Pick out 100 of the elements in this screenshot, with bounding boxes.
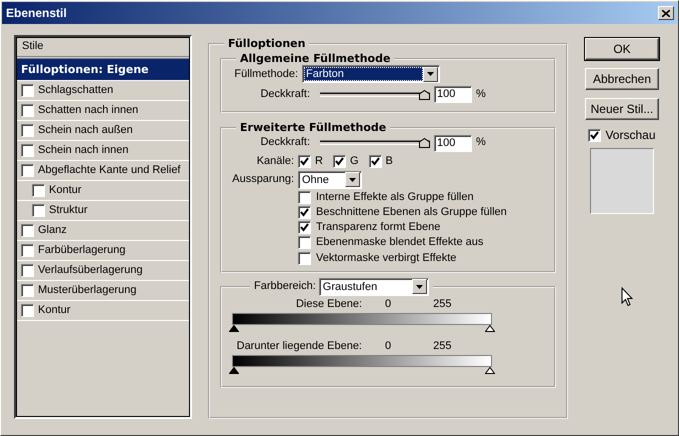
range-label: Darunter liegende Ebene: (236, 340, 362, 354)
checkbox[interactable] (298, 154, 311, 168)
style-list-item[interactable]: Schein nach innen (16, 141, 190, 161)
item-label: Schatten nach innen (38, 104, 138, 118)
dialog-button[interactable]: OK (585, 38, 659, 60)
range-value: 255 (433, 340, 452, 354)
checkbox-label: Ebenenmaske blendet Effekte aus (316, 236, 484, 250)
checkbox[interactable] (21, 224, 34, 237)
field-label: Kanäle: (256, 154, 294, 168)
checkbox[interactable] (368, 154, 382, 168)
style-list-item[interactable]: Schlagschatten (16, 81, 190, 101)
checkbox-label: G (350, 154, 359, 168)
checkbox-label: Vorschau (605, 128, 656, 142)
checkbox[interactable] (21, 164, 34, 177)
checkbox-label: B (386, 154, 393, 168)
style-list-item[interactable]: Kontur (16, 301, 190, 321)
checkbox[interactable] (332, 154, 346, 168)
item-label: Verlaufsüberlagerung (38, 264, 143, 278)
checkbox[interactable] (298, 206, 311, 220)
slider-thumb[interactable] (419, 90, 430, 100)
item-label: Fülloptionen: Eigene (21, 62, 149, 76)
checkbox[interactable] (21, 144, 34, 157)
range-value: 0 (385, 298, 392, 311)
check-icon (590, 130, 600, 140)
checkbox[interactable] (21, 244, 34, 257)
dialog-button[interactable]: Neuer Stil... (585, 98, 659, 120)
item-label: Farbüberlagerung (38, 244, 126, 258)
checkbox[interactable] (21, 124, 34, 137)
number-field[interactable]: 100 (434, 86, 472, 104)
dropdown-button[interactable] (345, 172, 360, 188)
style-list-item[interactable]: Schein nach außen (16, 121, 190, 141)
close-icon (662, 10, 670, 16)
field-label: Deckkraft: (259, 88, 310, 102)
style-list-item[interactable]: Verlaufsüberlagerung (16, 261, 190, 281)
checkbox[interactable] (21, 104, 34, 117)
checkbox-label: Interne Effekte als Gruppe füllen (316, 190, 474, 204)
checkbox[interactable] (298, 236, 311, 250)
field-label: Füllmethode: (233, 68, 298, 81)
dropdown[interactable]: Ohne (298, 170, 362, 189)
range-label: Diese Ebene: (294, 298, 362, 311)
number-field[interactable]: 100 (434, 134, 472, 152)
caret-icon (427, 72, 434, 76)
group-title: Erweiterte Füllmethode (239, 121, 388, 135)
checkbox-label: R (315, 154, 323, 168)
cursor-icon (621, 287, 633, 307)
checkbox-label: Beschnittene Ebenen als Gruppe füllen (316, 206, 507, 220)
checkbox[interactable] (21, 284, 34, 297)
field-label: Deckkraft: (259, 136, 310, 150)
style-list-item[interactable]: Kontur (16, 181, 190, 201)
checkbox[interactable] (21, 264, 34, 277)
item-label: Abgeflachte Kante und Relief (38, 164, 180, 178)
unit-label: % (476, 88, 486, 102)
item-label: Struktur (49, 204, 88, 218)
window-title: Ebenenstil (6, 6, 67, 20)
checkbox[interactable] (21, 304, 34, 317)
dialog-button[interactable]: Abbrechen (585, 68, 659, 90)
check-icon (370, 156, 380, 166)
slider-handle[interactable] (485, 367, 495, 374)
range-value: 0 (385, 340, 392, 354)
unit-label: % (476, 136, 486, 150)
item-label: Musterüberlagerung (38, 284, 136, 298)
item-label: Schein nach innen (38, 144, 129, 158)
dropdown-button[interactable] (412, 279, 427, 294)
slider-handle[interactable] (229, 367, 239, 374)
slider-handle[interactable] (229, 324, 239, 332)
item-label: Glanz (38, 224, 67, 238)
group-title: Allgemeine Füllmethode (239, 52, 392, 66)
item-label: Kontur (38, 304, 70, 318)
style-list-item[interactable]: Abgeflachte Kante und Relief (16, 161, 190, 181)
style-list-item[interactable]: Struktur (16, 201, 190, 221)
style-list-item[interactable]: Fülloptionen: Eigene (16, 59, 190, 81)
slider-thumb[interactable] (419, 138, 430, 148)
range-value: 255 (433, 298, 452, 311)
checkbox[interactable] (298, 221, 311, 234)
check-icon (300, 156, 309, 166)
caret-icon (416, 284, 423, 289)
checkbox[interactable] (21, 84, 34, 97)
dropdown[interactable]: Graustufen (318, 278, 429, 296)
style-list-item[interactable]: Musterüberlagerung (16, 281, 190, 301)
field-label: Farbbereich: (254, 280, 316, 294)
checkbox-label: Transparenz formt Ebene (316, 221, 440, 234)
checkbox[interactable] (298, 190, 311, 204)
group-title: Fülloptionen (227, 37, 306, 50)
style-list-item[interactable]: Farbüberlagerung (16, 241, 190, 261)
check-icon (334, 156, 344, 166)
item-label: Schlagschatten (38, 84, 114, 98)
dropdown-button[interactable] (423, 66, 438, 82)
checkbox-label: Vektormaske verbirgt Effekte (316, 252, 456, 265)
slider-handle[interactable] (485, 324, 495, 332)
style-list-item[interactable]: Schatten nach innen (16, 101, 190, 121)
dropdown[interactable]: Farbton (302, 65, 440, 84)
checkbox[interactable] (588, 128, 602, 142)
preview-swatch (590, 148, 654, 214)
close-button[interactable] (658, 6, 674, 20)
style-list-item[interactable]: Glanz (16, 221, 190, 241)
checkbox[interactable] (32, 184, 45, 197)
checkbox[interactable] (32, 204, 45, 217)
caret-icon (349, 178, 356, 182)
item-label: Kontur (49, 184, 82, 198)
checkbox[interactable] (298, 252, 311, 265)
